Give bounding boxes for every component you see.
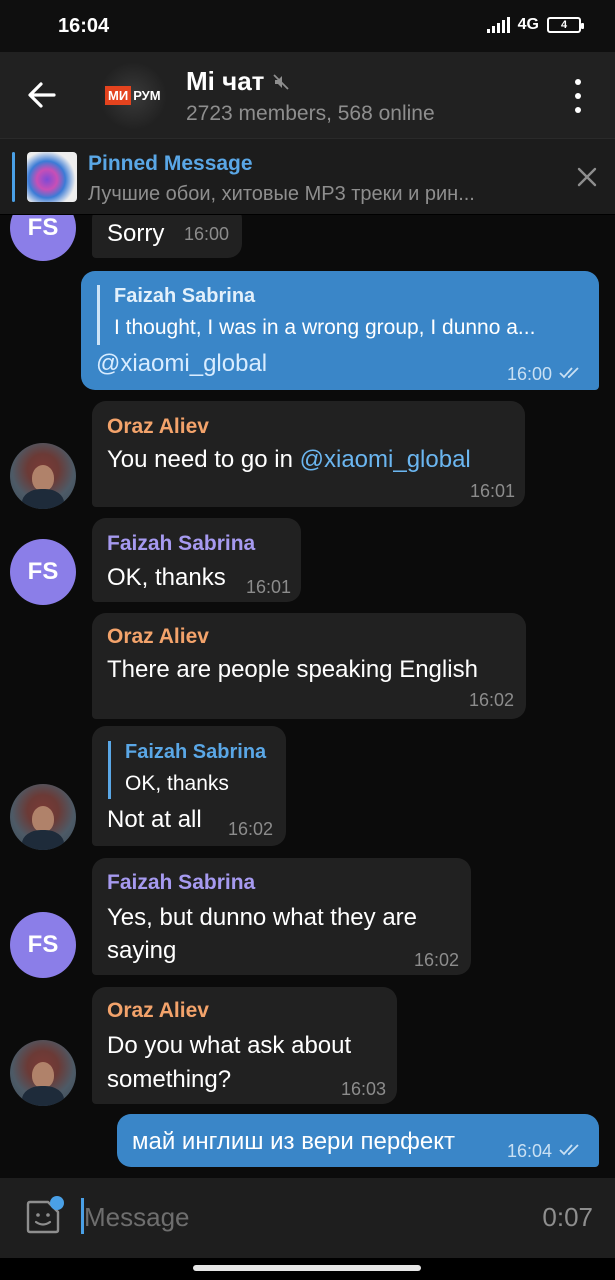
group-logo: МИ РУМ (105, 86, 163, 105)
message-time: 16:04 (507, 1141, 553, 1161)
message-time: 16:02 (469, 690, 515, 710)
message-sender[interactable]: Oraz Aliev (107, 999, 209, 1023)
message-text: You need to go in @xiaomi_global (107, 446, 471, 473)
message-time: 16:02 (414, 950, 460, 970)
message-text: There are people speaking English (107, 656, 478, 683)
read-receipt-icon (559, 367, 579, 379)
battery-level: 4 (560, 19, 568, 31)
message-time: 16:01 (246, 577, 292, 597)
back-arrow-icon[interactable] (22, 75, 62, 115)
message-link[interactable]: @xiaomi_global (300, 446, 471, 473)
message-time: 16:01 (470, 481, 516, 501)
avatar[interactable] (10, 1040, 76, 1106)
message-bubble[interactable]: Faizah Sabrina I thought, I was in a wro… (81, 271, 599, 390)
message-sender[interactable]: Faizah Sabrina (107, 871, 255, 895)
message-time: 16:03 (341, 1079, 387, 1099)
message-link[interactable]: @xiaomi_global (96, 350, 267, 378)
message-text: OK, thanks (107, 564, 226, 591)
chat-member-count: 2723 members, 568 online (186, 102, 435, 125)
muted-icon (273, 73, 290, 90)
message-text: Sorry (107, 220, 165, 247)
reply-text: OK, thanks (125, 772, 229, 795)
message-sender[interactable]: Oraz Aliev (107, 625, 209, 649)
pinned-indicator (12, 152, 15, 202)
chat-title[interactable]: Mi чат (186, 66, 290, 97)
pinned-message[interactable]: Pinned Message Лучшие обои, хитовые MP3 … (0, 138, 615, 214)
recording-timer: 0:07 (542, 1202, 593, 1232)
message-bubble[interactable]: Faizah Sabrina Yes, but dunno what they … (92, 858, 471, 975)
message-bubble[interactable]: Oraz Aliev There are people speaking Eng… (92, 613, 526, 719)
message-sender[interactable]: Oraz Aliev (107, 415, 209, 439)
signal-icon (486, 17, 510, 33)
message-bubble[interactable]: Oraz Aliev You need to go in @xiaomi_glo… (92, 401, 525, 507)
message-time: 16:00 (507, 364, 553, 384)
close-icon[interactable] (575, 165, 599, 189)
status-bar: 16:04 4G 4 (0, 0, 615, 52)
avatar[interactable]: FS (10, 539, 76, 605)
system-nav-bar (0, 1258, 615, 1280)
message-bubble[interactable]: Sorry 16:00 (92, 215, 242, 258)
status-icons: 4G 4 (486, 16, 584, 34)
message-bubble[interactable]: май инглиш из вери перфект 16:04 (117, 1114, 599, 1167)
message-text: май инглиш из вери перфект (132, 1128, 456, 1155)
pinned-text: Лучшие обои, хитовые MP3 треки и рин... (88, 183, 475, 205)
pinned-thumbnail (27, 152, 77, 202)
message-time: 16:02 (228, 819, 274, 839)
group-avatar[interactable]: МИ РУМ (100, 63, 166, 129)
message-text-line: Yes, but dunno what they are (107, 904, 418, 931)
message-text-line: something? (107, 1066, 232, 1093)
message-time: 16:00 (184, 224, 230, 244)
more-options-icon[interactable] (563, 79, 593, 113)
message-sender[interactable]: Faizah Sabrina (107, 532, 255, 556)
avatar[interactable] (10, 443, 76, 509)
battery-icon: 4 (547, 17, 584, 33)
reply-quote[interactable]: Faizah Sabrina OK, thanks (108, 741, 274, 799)
message-text-line: Do you what ask about (107, 1032, 352, 1059)
status-time: 16:04 (58, 15, 110, 37)
message-input[interactable]: Message (84, 1202, 190, 1233)
chat-header: МИ РУМ Mi чат 2723 members, 568 online (0, 52, 615, 138)
network-type: 4G (517, 16, 539, 33)
message-bubble[interactable]: Oraz Aliev Do you what ask about somethi… (92, 987, 397, 1104)
sticker-badge (50, 1196, 64, 1210)
message-bubble[interactable]: Faizah Sabrina OK, thanks Not at all 16:… (92, 726, 286, 846)
message-bubble[interactable]: Faizah Sabrina OK, thanks 16:01 (92, 518, 301, 602)
reply-sender: Faizah Sabrina (125, 741, 267, 763)
message-list[interactable]: FS Sorry 16:00 Faizah Sabrina I thought,… (0, 215, 615, 1178)
avatar[interactable]: FS (10, 215, 76, 261)
reply-sender: Faizah Sabrina (114, 285, 256, 307)
message-text: Not at all (107, 806, 202, 833)
home-gesture-handle[interactable] (193, 1265, 421, 1271)
read-receipt-icon (559, 1144, 579, 1156)
message-input-bar: Message 0:07 (0, 1178, 615, 1258)
avatar[interactable] (10, 784, 76, 850)
chat-title-text: Mi чат (186, 66, 265, 96)
reply-quote[interactable]: Faizah Sabrina I thought, I was in a wro… (97, 285, 587, 345)
pinned-title: Pinned Message (88, 152, 253, 175)
message-text-line: saying (107, 937, 177, 964)
reply-text: I thought, I was in a wrong group, I dun… (114, 316, 536, 339)
avatar[interactable]: FS (10, 912, 76, 978)
